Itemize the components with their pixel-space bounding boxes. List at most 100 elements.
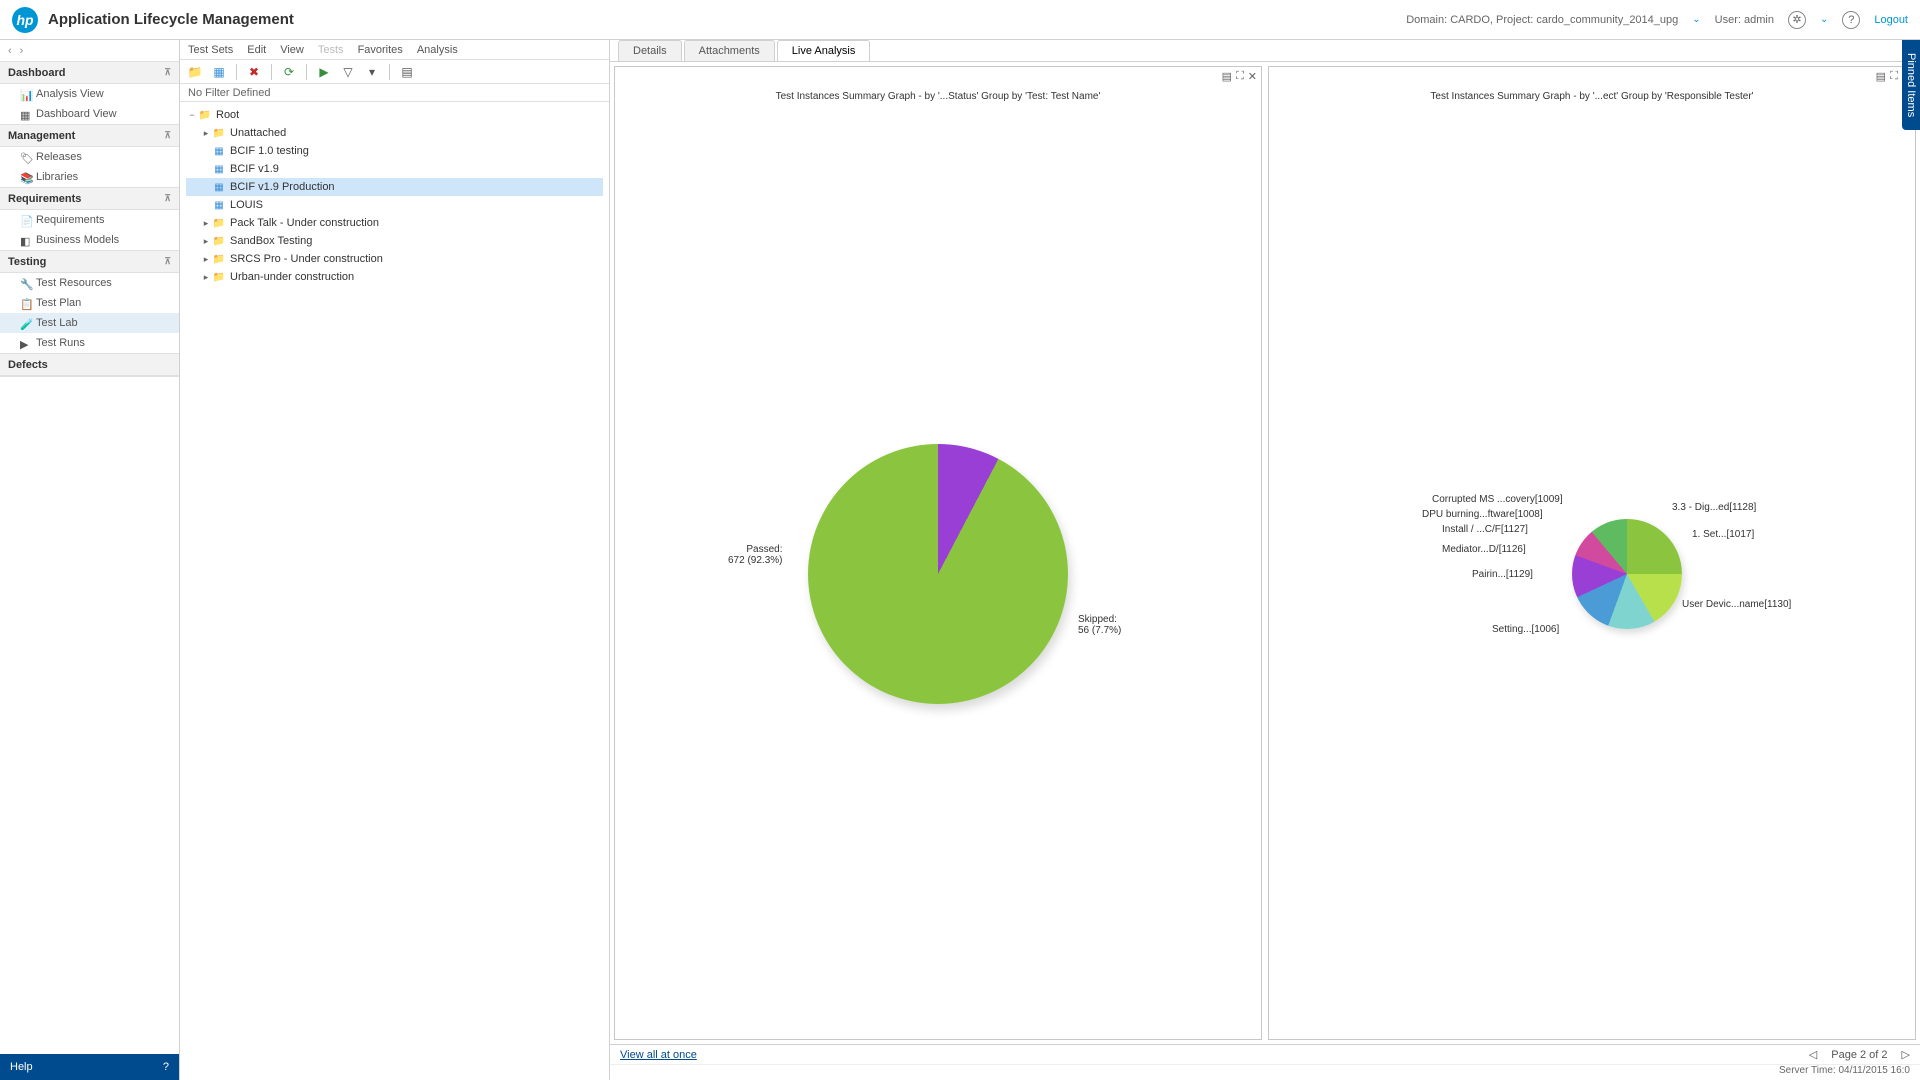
pie-wrap-1: Passed:672 (92.3%) Skipped:56 (7.7%) <box>808 444 1068 704</box>
tree-node-srcs[interactable]: ▸📁SRCS Pro - Under construction <box>186 250 603 268</box>
pie-chart-tester <box>1572 519 1682 629</box>
slice-label: DPU burning...ftware[1008] <box>1422 509 1543 520</box>
expand-icon[interactable]: ▸ <box>200 254 212 265</box>
tab-attachments[interactable]: Attachments <box>684 40 775 61</box>
tree-node-unattached[interactable]: ▸📁Unattached <box>186 124 603 142</box>
gear-dropdown-icon[interactable]: ⌄ <box>1820 14 1828 25</box>
grid-button[interactable]: ▤ <box>398 63 416 81</box>
sidebar-item-test-runs[interactable]: ▶Test Runs <box>0 333 179 353</box>
project-dropdown-icon[interactable]: ⌄ <box>1692 14 1700 25</box>
chart-tool-icon[interactable]: ▤ <box>1222 70 1232 83</box>
sidebar-header-testing[interactable]: Testing⊼ <box>0 251 179 273</box>
testset-icon: ▦ <box>212 145 226 157</box>
folder-icon: 📁 <box>212 235 226 247</box>
filter-button[interactable]: ▽ <box>339 63 357 81</box>
sidebar-header-requirements[interactable]: Requirements⊼ <box>0 188 179 210</box>
filter-status: No Filter Defined <box>180 84 609 102</box>
pie-wrap-2: Corrupted MS ...covery[1009] DPU burning… <box>1432 464 1752 684</box>
help-q-icon: ? <box>163 1061 169 1073</box>
new-folder-button[interactable]: 📁 <box>186 63 204 81</box>
chart-body-1: Passed:672 (92.3%) Skipped:56 (7.7%) <box>615 108 1261 1039</box>
folder-icon: 📁 <box>198 109 212 121</box>
release-icon: 🏷 <box>20 152 30 162</box>
sidebar-section-defects: Defects <box>0 354 179 377</box>
req-icon: 📄 <box>20 215 30 225</box>
page-next-icon[interactable]: ▷ <box>1902 1048 1910 1061</box>
chart-pane-1: ▤ ⛶ ✕ Test Instances Summary Graph - by … <box>614 66 1262 1040</box>
charts-footer: View all at once ◁ Page 2 of 2 ▷ <box>610 1044 1920 1064</box>
sidebar-item-test-plan[interactable]: 📋Test Plan <box>0 293 179 313</box>
new-item-button[interactable]: ▦ <box>210 63 228 81</box>
pin-icon[interactable]: ⊼ <box>164 67 171 78</box>
menu-favorites[interactable]: Favorites <box>358 44 403 56</box>
folder-icon: 📁 <box>212 271 226 283</box>
pinned-items-tab[interactable]: Pinned Items <box>1902 40 1920 130</box>
tree-node-louis[interactable]: ▦LOUIS <box>186 196 603 214</box>
menu-edit[interactable]: Edit <box>247 44 266 56</box>
testset-icon: ▦ <box>212 199 226 211</box>
testset-icon: ▦ <box>212 163 226 175</box>
sidebar-section-dashboard: Dashboard⊼ 📊Analysis View ▦Dashboard Vie… <box>0 62 179 125</box>
menu-test-sets[interactable]: Test Sets <box>188 44 233 56</box>
delete-button[interactable]: ✖ <box>245 63 263 81</box>
sidebar-item-dashboard-view[interactable]: ▦Dashboard View <box>0 104 179 124</box>
expand-icon[interactable]: ▸ <box>200 236 212 247</box>
run-button[interactable]: ▶ <box>315 63 333 81</box>
chart-close-icon[interactable]: ✕ <box>1248 70 1257 83</box>
tab-live-analysis[interactable]: Live Analysis <box>777 40 871 61</box>
sidebar-item-analysis-view[interactable]: 📊Analysis View <box>0 84 179 104</box>
menu-view[interactable]: View <box>280 44 304 56</box>
toolbar: 📁 ▦ ✖ ⟳ ▶ ▽ ▾ ▤ <box>180 60 609 84</box>
lab-icon: 🧪 <box>20 318 30 328</box>
sidebar-item-requirements[interactable]: 📄Requirements <box>0 210 179 230</box>
plan-icon: 📋 <box>20 298 30 308</box>
sidebar-header-management[interactable]: Management⊼ <box>0 125 179 147</box>
pin-icon[interactable]: ⊼ <box>164 130 171 141</box>
gear-icon[interactable]: ✲ <box>1788 11 1806 29</box>
nav-back-icon[interactable]: ‹ <box>8 45 12 57</box>
menu-analysis[interactable]: Analysis <box>417 44 458 56</box>
separator <box>271 64 272 80</box>
expand-icon[interactable]: ▸ <box>200 218 212 229</box>
tree-node-bcif19[interactable]: ▦BCIF v1.9 <box>186 160 603 178</box>
tab-details[interactable]: Details <box>618 40 682 61</box>
chart-maximize-icon[interactable]: ⛶ <box>1236 70 1244 83</box>
tree-node-urban[interactable]: ▸📁Urban-under construction <box>186 268 603 286</box>
view-all-link[interactable]: View all at once <box>620 1049 697 1061</box>
sidebar-header-defects[interactable]: Defects <box>0 354 179 376</box>
app-header: hp Application Lifecycle Management Doma… <box>0 0 1920 40</box>
label-passed: Passed:672 (92.3%) <box>728 544 782 566</box>
expand-icon[interactable]: ▸ <box>200 272 212 283</box>
sidebar-item-releases[interactable]: 🏷Releases <box>0 147 179 167</box>
chevron-down-icon[interactable]: ▾ <box>363 63 381 81</box>
slice-label: User Devic...name[1130] <box>1682 599 1791 610</box>
help-icon[interactable]: ? <box>1842 11 1860 29</box>
refresh-button[interactable]: ⟳ <box>280 63 298 81</box>
page-prev-icon[interactable]: ◁ <box>1809 1048 1817 1061</box>
expand-icon[interactable]: ▸ <box>200 128 212 139</box>
library-icon: 📚 <box>20 172 30 182</box>
folder-icon: 📁 <box>212 217 226 229</box>
pin-icon[interactable]: ⊼ <box>164 193 171 204</box>
nav-forward-icon[interactable]: › <box>20 45 24 57</box>
logout-link[interactable]: Logout <box>1874 14 1908 26</box>
tree-node-bcif10[interactable]: ▦BCIF 1.0 testing <box>186 142 603 160</box>
tree-node-sandbox[interactable]: ▸📁SandBox Testing <box>186 232 603 250</box>
separator <box>389 64 390 80</box>
chart-tool-icon[interactable]: ▤ <box>1876 70 1886 83</box>
sidebar-item-libraries[interactable]: 📚Libraries <box>0 167 179 187</box>
sidebar-item-test-lab[interactable]: 🧪Test Lab <box>0 313 179 333</box>
separator <box>236 64 237 80</box>
sidebar-header-dashboard[interactable]: Dashboard⊼ <box>0 62 179 84</box>
tree-root[interactable]: −📁Root <box>186 106 603 124</box>
chart-maximize-icon[interactable]: ⛶ <box>1890 70 1898 83</box>
tree-node-packtalk[interactable]: ▸📁Pack Talk - Under construction <box>186 214 603 232</box>
collapse-icon[interactable]: − <box>186 110 198 120</box>
sidebar-section-management: Management⊼ 🏷Releases 📚Libraries <box>0 125 179 188</box>
tree-node-bcif19-production[interactable]: ▦BCIF v1.9 Production <box>186 178 603 196</box>
model-icon: ◧ <box>20 235 30 245</box>
pin-icon[interactable]: ⊼ <box>164 256 171 267</box>
sidebar-item-business-models[interactable]: ◧Business Models <box>0 230 179 250</box>
help-bar[interactable]: Help? <box>0 1054 179 1080</box>
sidebar-item-test-resources[interactable]: 🔧Test Resources <box>0 273 179 293</box>
